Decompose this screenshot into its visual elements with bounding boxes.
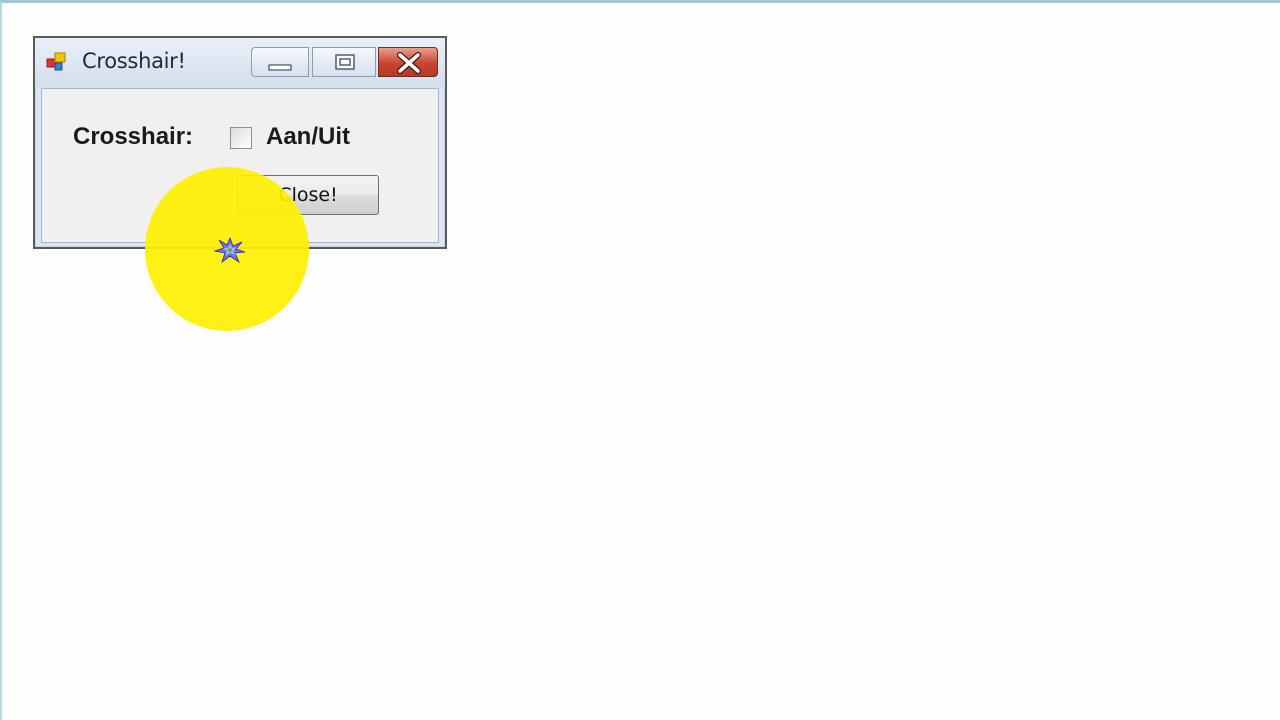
app-icon xyxy=(46,52,66,71)
close-icon xyxy=(397,52,421,74)
desktop-background: Crosshair! Crosshair: Aan/Uit Close! xyxy=(0,0,1280,720)
crosshair-toggle-checkbox[interactable] xyxy=(230,127,252,149)
crosshair-label: Crosshair: xyxy=(73,123,194,150)
title-bar[interactable]: Crosshair! xyxy=(35,38,445,88)
close-window-button[interactable] xyxy=(378,47,438,77)
restore-icon xyxy=(335,54,355,70)
crosshair-toggle-label[interactable]: Aan/Uit xyxy=(266,123,350,151)
mouse-click-indicator-icon xyxy=(214,236,246,264)
minimize-button[interactable] xyxy=(251,47,309,77)
minimize-icon xyxy=(268,64,292,71)
window-title: Crosshair! xyxy=(82,49,186,73)
maximize-button[interactable] xyxy=(312,47,376,77)
